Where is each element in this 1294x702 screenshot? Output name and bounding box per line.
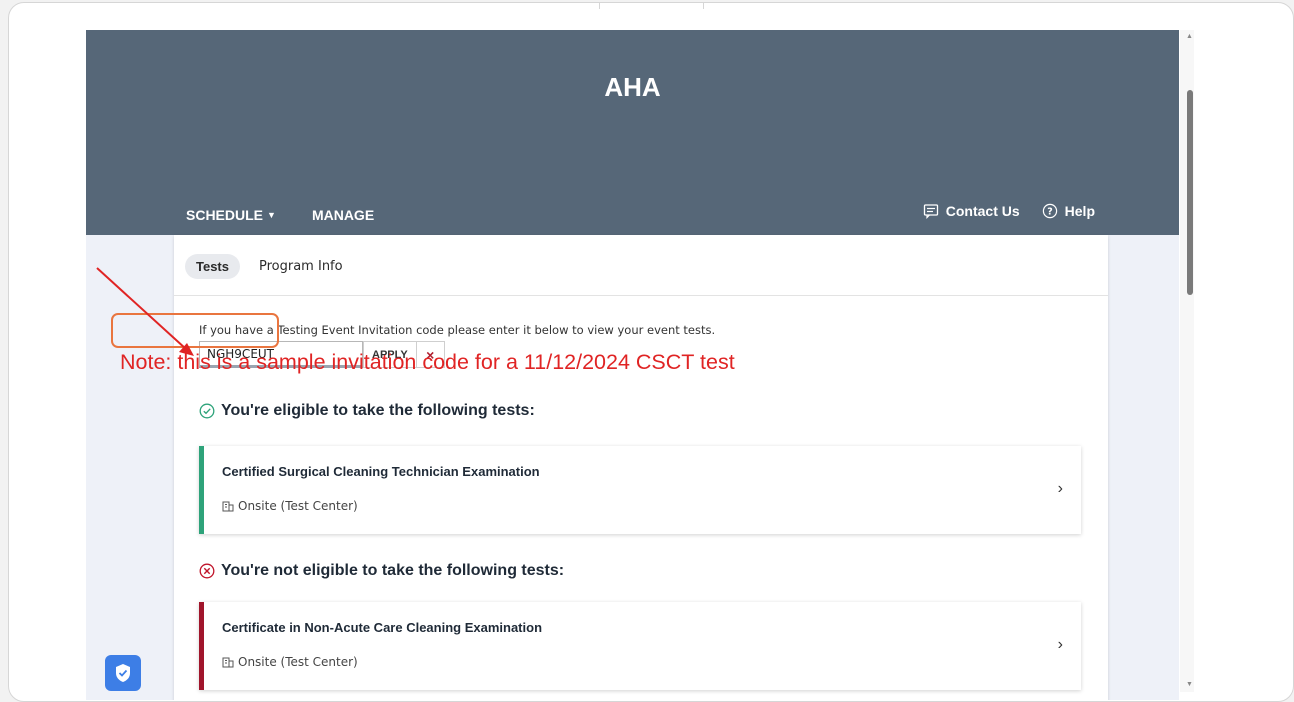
- annotation-note: Note: this is a sample invitation code f…: [120, 350, 735, 374]
- accent-bar: [199, 602, 204, 690]
- test-mode: Onsite (Test Center): [222, 655, 358, 669]
- nav-schedule-label: SCHEDULE: [186, 207, 264, 223]
- test-name: Certificate in Non-Acute Care Cleaning E…: [222, 620, 543, 635]
- svg-text:?: ?: [1047, 207, 1053, 218]
- chevron-right-icon: ›: [1057, 480, 1063, 497]
- tab-bar: Tests Program Info: [185, 254, 354, 279]
- tab-divider: [174, 295, 1108, 296]
- x-circle-icon: [199, 563, 215, 579]
- test-card-not-eligible[interactable]: Certificate in Non-Acute Care Cleaning E…: [199, 602, 1081, 690]
- nav-manage[interactable]: MANAGE: [312, 207, 374, 223]
- scroll-up-icon[interactable]: ▲: [1186, 33, 1193, 40]
- test-mode-label: Onsite (Test Center): [238, 499, 358, 513]
- not-eligible-title: You're not eligible to take the followin…: [221, 562, 565, 579]
- site-header: AHA SCHEDULE ▼ MANAGE Contact Us ? Help: [86, 30, 1179, 235]
- scrollbar-thumb[interactable]: [1187, 90, 1193, 295]
- tab-program-info[interactable]: Program Info: [248, 254, 354, 279]
- test-mode-label: Onsite (Test Center): [238, 655, 358, 669]
- accent-bar: [199, 446, 204, 534]
- brand-title: AHA: [604, 72, 661, 102]
- help-label: Help: [1064, 203, 1095, 219]
- utility-nav: Contact Us ? Help: [923, 203, 1095, 219]
- invitation-prompt: If you have a Testing Event Invitation c…: [199, 323, 716, 337]
- eligible-heading: You're eligible to take the following te…: [199, 402, 535, 420]
- contact-us-link[interactable]: Contact Us: [923, 203, 1020, 219]
- test-name: Certified Surgical Cleaning Technician E…: [222, 464, 540, 479]
- frame-notch: [599, 3, 704, 9]
- help-link[interactable]: ? Help: [1042, 203, 1095, 219]
- eligible-title: You're eligible to take the following te…: [221, 402, 535, 419]
- nav-manage-label: MANAGE: [311, 207, 375, 223]
- building-icon: [222, 657, 234, 668]
- nav-schedule[interactable]: SCHEDULE ▼: [186, 207, 276, 223]
- building-icon: [222, 501, 234, 512]
- contact-us-label: Contact Us: [945, 203, 1020, 219]
- check-circle-icon: [199, 403, 215, 419]
- not-eligible-heading: You're not eligible to take the followin…: [199, 562, 564, 580]
- chat-icon: [923, 204, 938, 219]
- privacy-shield-button[interactable]: [105, 655, 141, 691]
- tests-card: Tests Program Info If you have a Testing…: [174, 235, 1108, 700]
- caret-down-icon: ▼: [267, 210, 276, 220]
- help-icon: ?: [1042, 203, 1057, 219]
- tab-tests[interactable]: Tests: [185, 254, 240, 279]
- main-nav: SCHEDULE ▼ MANAGE: [186, 207, 374, 223]
- scroll-down-icon[interactable]: ▼: [1186, 681, 1193, 688]
- shield-check-icon: [116, 664, 130, 682]
- test-card-eligible[interactable]: Certified Surgical Cleaning Technician E…: [199, 446, 1081, 534]
- chevron-right-icon: ›: [1057, 636, 1063, 653]
- test-mode: Onsite (Test Center): [222, 499, 358, 513]
